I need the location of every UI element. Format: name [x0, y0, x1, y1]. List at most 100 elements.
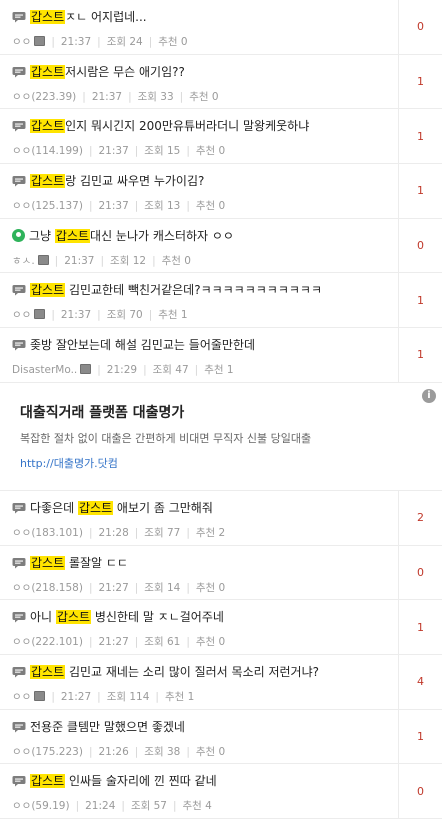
post-main[interactable]: 갑스트인지 뭐시긴지 200만유튜버라더니 말왕케웃하냐 ㅇㅇ(114.199)… [0, 109, 398, 163]
list-item[interactable]: 갑스트 인싸들 술자리에 낀 찐따 같네 ㅇㅇ(59.19) | 21:24 | 조회 … [0, 764, 442, 819]
post-main[interactable]: 갑스트ㅈㄴ 어지럽네... ㅇㅇ | 21:37 | 조회 24 | 추천 0 [0, 0, 398, 54]
comment-count[interactable]: 0 [398, 764, 442, 818]
post-recommend: 추천 0 [161, 254, 191, 267]
post-author[interactable]: ㅇㅇ [12, 307, 31, 322]
post-main[interactable]: 갑스트 인싸들 술자리에 낀 찐따 같네 ㅇㅇ(59.19) | 21:24 | 조회 … [0, 764, 398, 818]
post-main[interactable]: 다좋은데 갑스트 애보기 좀 그만해줘 ㅇㅇ(183.101) | 21:28 | 조회… [0, 491, 398, 545]
post-author[interactable]: ㅇㅇ(125.137) [12, 198, 83, 213]
list-item[interactable]: 좆방 잘안보는데 해설 김민교는 들어줄만한데 DisasterMo.. | 21:… [0, 328, 442, 383]
post-main[interactable]: 그냥 갑스트대신 눈나가 캐스터하자 ㅇㅇ ㅎㅅ. | 21:37 | 조회 12 | 추천… [0, 219, 398, 273]
post-title-text: 그냥 [29, 228, 55, 243]
post-title[interactable]: 갑스트 인싸들 술자리에 낀 찐따 같네 [12, 773, 398, 789]
comment-count[interactable]: 1 [398, 328, 442, 382]
ad-block[interactable]: i 대출직거래 플랫폼 대출명가 복잡한 절차 없이 대출은 간편하게 비대면 … [0, 382, 442, 491]
post-recommend: 추천 1 [164, 690, 195, 703]
comment-count[interactable]: 0 [398, 0, 442, 54]
post-author[interactable]: ㅇㅇ(59.19) [12, 798, 70, 813]
green-user-icon [12, 228, 29, 243]
post-author[interactable]: ㅇㅇ [12, 689, 31, 704]
post-title[interactable]: 그냥 갑스트대신 눈나가 캐스터하자 ㅇㅇ [12, 228, 398, 244]
post-recommend: 추천 0 [158, 36, 188, 48]
comment-count[interactable]: 0 [398, 545, 442, 600]
post-main[interactable]: 좆방 잘안보는데 해설 김민교는 들어줄만한데 DisasterMo.. | 21:… [0, 328, 398, 382]
ad-url[interactable]: http://대출명가.닷컴 [20, 455, 118, 471]
post-main[interactable]: 갑스트 롤잘알 ㄷㄷ ㅇㅇ(218.158) | 21:27 | 조회 14 | 추천 0 [0, 546, 398, 600]
post-main[interactable]: 갑스트저시람은 무슨 애기임?? ㅇㅇ(223.39) | 21:37 | 조회 33 |… [0, 55, 398, 109]
comment-count[interactable]: 1 [398, 164, 442, 218]
post-author[interactable]: ㅎㅅ. [12, 253, 35, 268]
post-title[interactable]: 아니 갑스트 병신한테 말 ㅈㄴ걸어주네 [12, 609, 398, 625]
post-meta: ㅇㅇ | 21:37 | 조회 24 | 추천 0 [12, 34, 188, 49]
speech-bubble-icon [12, 338, 30, 352]
post-title[interactable]: 다좋은데 갑스트 애보기 좀 그만해줘 [12, 500, 398, 516]
post-author[interactable]: ㅇㅇ(223.39) [12, 89, 76, 104]
highlight-keyword: 갑스트 [30, 664, 66, 679]
list-item[interactable]: 전용준 클템만 말했으면 좋겠네 ㅇㅇ(175.223) | 21:26 | 조회 38… [0, 709, 442, 765]
post-recommend: 추천 0 [195, 636, 226, 649]
list-item[interactable]: 갑스트랑 김민교 싸우면 누가이김? ㅇㅇ(125.137) | 21:37 | 조회 … [0, 164, 442, 219]
post-views: 조회 57 [130, 800, 167, 813]
post-main[interactable]: 갑스트랑 김민교 싸우면 누가이김? ㅇㅇ(125.137) | 21:37 | 조회 … [0, 164, 398, 218]
post-meta: ㅇㅇ(222.101) | 21:27 | 조회 61 | 추천 0 [12, 634, 226, 649]
post-title[interactable]: 전용준 클템만 말했으면 좋겠네 [12, 719, 398, 735]
post-main[interactable]: 갑스트 김민교한테 빽친거같은데?ㅋㅋㅋㅋㅋㅋㅋㅋㅋㅋㅋ ㅇㅇ | 21:37 | 조회… [0, 273, 398, 327]
memo-icon [37, 254, 49, 265]
post-author[interactable]: DisasterMo.. [12, 364, 77, 376]
ad-info-icon[interactable]: i [422, 388, 436, 403]
comment-count[interactable]: 1 [398, 109, 442, 164]
comment-count[interactable]: 1 [398, 273, 442, 328]
comment-count[interactable]: 0 [398, 218, 442, 273]
post-views: 조회 70 [106, 309, 143, 322]
post-main[interactable]: 갑스트 김민교 재네는 소리 많이 질러서 목소리 저런거냐? ㅇㅇ | 21:27… [0, 655, 398, 709]
post-title[interactable]: 갑스트 롤잘알 ㄷㄷ [12, 555, 398, 571]
post-author[interactable]: ㅇㅇ(114.199) [12, 143, 83, 158]
list-item[interactable]: 아니 갑스트 병신한테 말 ㅈㄴ걸어주네 ㅇㅇ(222.101) | 21:27 | 조… [0, 600, 442, 655]
post-title-text: ㅈㄴ 어지럽네... [65, 10, 147, 24]
post-author[interactable]: ㅇㅇ [12, 34, 31, 49]
list-item[interactable]: 그냥 갑스트대신 눈나가 캐스터하자 ㅇㅇ ㅎㅅ. | 21:37 | 조회 12 | 추천… [0, 218, 442, 274]
post-title[interactable]: 갑스트ㅈㄴ 어지럽네... [12, 9, 398, 25]
post-title-text: 저시람은 무슨 애기임?? [65, 64, 185, 79]
post-meta: ㅇㅇ(175.223) | 21:26 | 조회 38 | 추천 0 [12, 744, 226, 759]
post-title[interactable]: 갑스트 김민교한테 빽친거같은데?ㅋㅋㅋㅋㅋㅋㅋㅋㅋㅋㅋ [12, 282, 398, 298]
comment-count[interactable]: 4 [398, 654, 442, 709]
post-title[interactable]: 갑스트저시람은 무슨 애기임?? [12, 64, 398, 80]
post-author[interactable]: ㅇㅇ(183.101) [12, 525, 83, 540]
comment-count[interactable]: 1 [398, 54, 442, 109]
list-item[interactable]: 갑스트인지 뭐시긴지 200만유튜버라더니 말왕케웃하냐 ㅇㅇ(114.199)… [0, 109, 442, 165]
post-title[interactable]: 갑스트랑 김민교 싸우면 누가이김? [12, 173, 398, 189]
list-item[interactable]: 갑스트 김민교한테 빽친거같은데?ㅋㅋㅋㅋㅋㅋㅋㅋㅋㅋㅋ ㅇㅇ | 21:37 | 조회… [0, 273, 442, 329]
list-item[interactable]: 갑스트 롤잘알 ㄷㄷ ㅇㅇ(218.158) | 21:27 | 조회 14 | 추천 0 … [0, 545, 442, 601]
post-author[interactable]: ㅇㅇ(175.223) [12, 744, 83, 759]
comment-count[interactable]: 1 [398, 709, 442, 764]
post-time: 21:37 [60, 309, 92, 322]
post-title[interactable]: 갑스트 김민교 재네는 소리 많이 질러서 목소리 저런거냐? [12, 664, 398, 680]
comment-count[interactable]: 1 [398, 600, 442, 654]
post-list: 갑스트ㅈㄴ 어지럽네... ㅇㅇ | 21:37 | 조회 24 | 추천 0 0 갑스트저… [0, 0, 442, 819]
post-author[interactable]: ㅇㅇ(218.158) [12, 580, 83, 595]
post-views: 조회 33 [137, 90, 174, 103]
speech-bubble-icon [12, 501, 30, 515]
post-meta: ㅇㅇ(218.158) | 21:27 | 조회 14 | 추천 0 [12, 580, 226, 595]
list-item[interactable]: 다좋은데 갑스트 애보기 좀 그만해줘 ㅇㅇ(183.101) | 21:28 | 조회… [0, 490, 442, 546]
post-main[interactable]: 전용준 클템만 말했으면 좋겠네 ㅇㅇ(175.223) | 21:26 | 조회 38… [0, 710, 398, 764]
post-views: 조회 13 [144, 200, 181, 213]
list-item[interactable]: 갑스트저시람은 무슨 애기임?? ㅇㅇ(223.39) | 21:37 | 조회 33 |… [0, 54, 442, 110]
post-meta: ㅇㅇ(183.101) | 21:28 | 조회 77 | 추천 2 [12, 525, 226, 540]
speech-bubble-icon [12, 10, 30, 24]
list-item[interactable]: 갑스트ㅈㄴ 어지럽네... ㅇㅇ | 21:37 | 조회 24 | 추천 0 0 [0, 0, 442, 55]
comment-count[interactable]: 2 [398, 490, 442, 545]
post-meta: ㅇㅇ(59.19) | 21:24 | 조회 57 | 추천 4 [12, 798, 212, 813]
post-main[interactable]: 아니 갑스트 병신한테 말 ㅈㄴ걸어주네 ㅇㅇ(222.101) | 21:27 | 조… [0, 600, 398, 654]
post-title[interactable]: 갑스트인지 뭐시긴지 200만유튜버라더니 말왕케웃하냐 [12, 118, 398, 134]
post-author[interactable]: ㅇㅇ(222.101) [12, 634, 83, 649]
ad-heading[interactable]: 대출직거래 플랫폼 대출명가 [20, 402, 184, 422]
memo-icon [80, 364, 92, 375]
highlight-keyword: 갑스트 [30, 283, 66, 298]
post-title[interactable]: 좆방 잘안보는데 해설 김민교는 들어줄만한데 [12, 337, 398, 353]
highlight-keyword: 갑스트 [30, 774, 66, 789]
highlight-keyword: 갑스트 [30, 119, 66, 134]
post-time: 21:29 [106, 364, 138, 377]
list-item[interactable]: 갑스트 김민교 재네는 소리 많이 질러서 목소리 저런거냐? ㅇㅇ | 21:27… [0, 654, 442, 710]
post-recommend: 추천 0 [189, 90, 219, 103]
